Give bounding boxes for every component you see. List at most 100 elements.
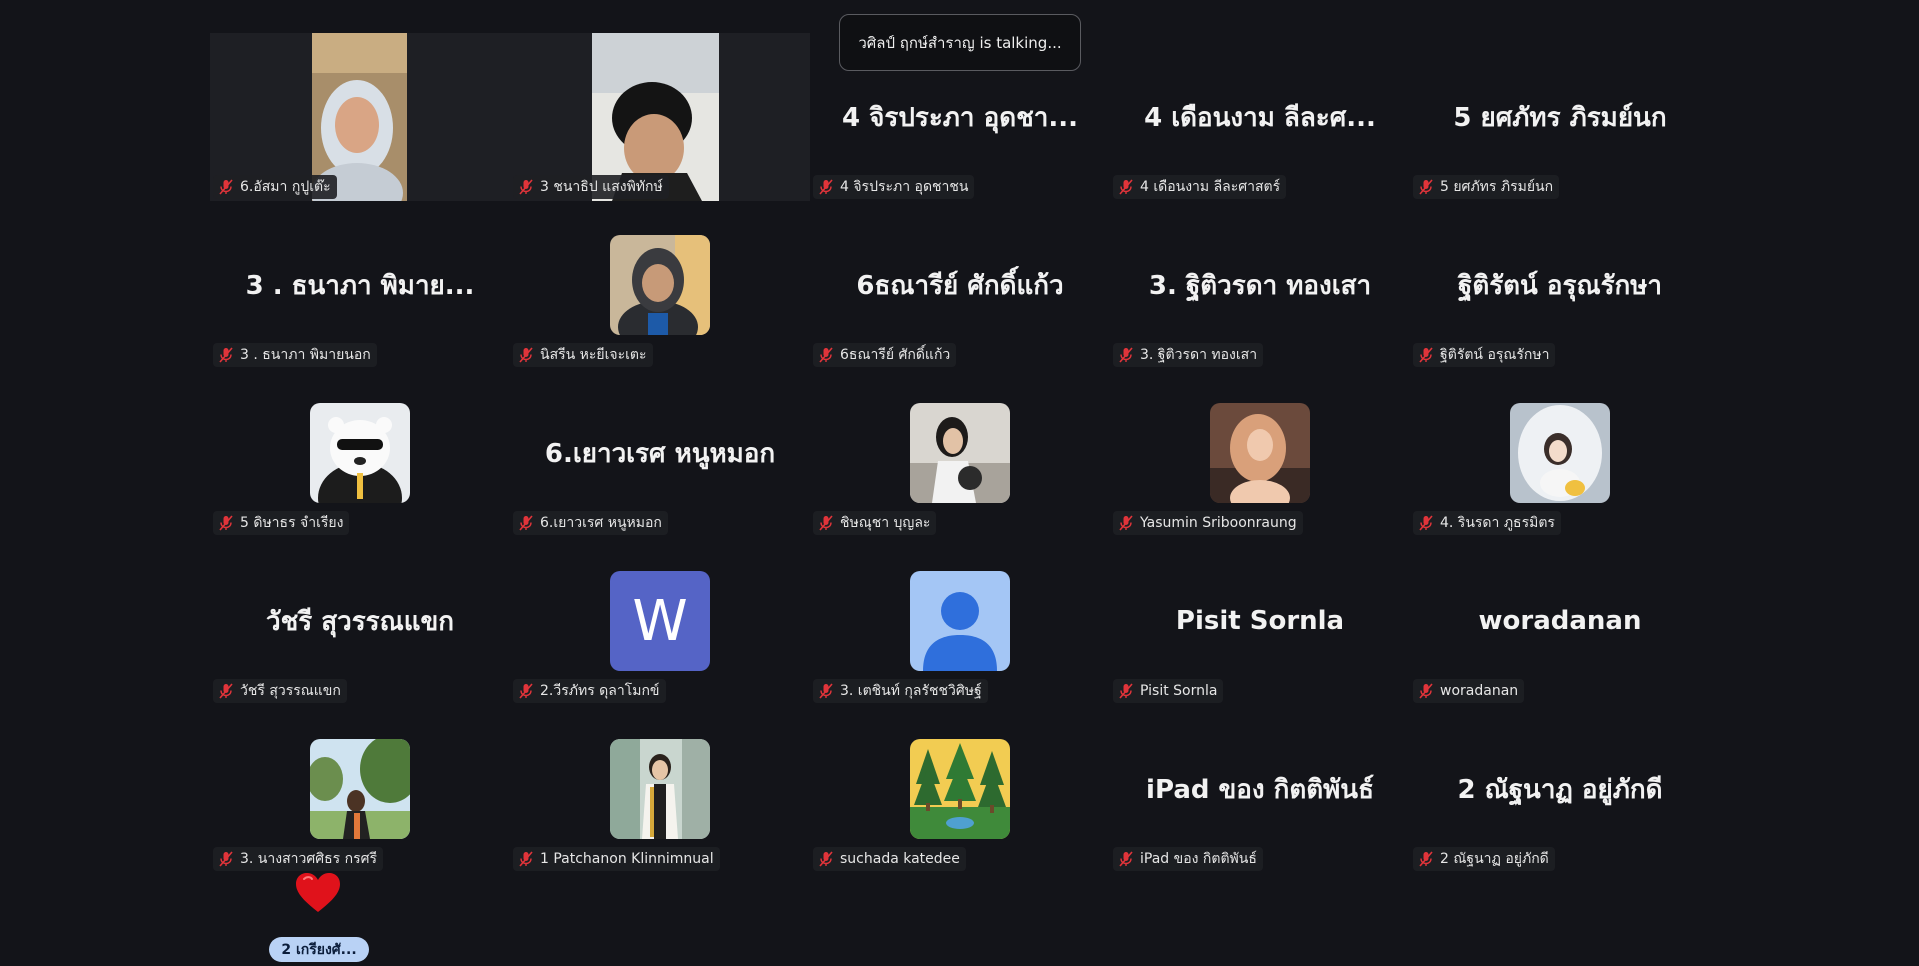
heart-reaction-icon: [296, 873, 340, 912]
participant-name: iPad ของ กิตติพันธ์: [1140, 851, 1257, 867]
participant-tile[interactable]: 6ธณารีย์ ศักดิ์แก้ว 6ธณารีย์ ศักดิ์แก้ว: [810, 201, 1110, 369]
participant-tile[interactable]: iPad ของ กิตติพันธ์ iPad ของ กิตติพันธ์: [1110, 705, 1410, 873]
participant-tile[interactable]: ฐิติรัตน์ อรุณรักษา ฐิติรัตน์ อรุณรักษา: [1410, 201, 1710, 369]
participant-name-label: นิสรีน หะยีเจะเตะ: [513, 343, 653, 367]
reaction-name-text: 2 เกรียงศั...: [281, 941, 357, 958]
participant-name-label: Pisit Sornla: [1113, 679, 1224, 703]
mic-muted-icon: [1417, 346, 1435, 364]
participant-tile[interactable]: 5 ยศภัทร ภิรมย์นก 5 ยศภัทร ภิรมย์นก: [1410, 33, 1710, 201]
mic-muted-icon: [1417, 178, 1435, 196]
participant-name: วัชรี สุวรรณแขก: [240, 683, 341, 699]
mic-muted-icon: [517, 682, 535, 700]
participant-name-label: 6.อัสมา กูปูเต๊ะ: [213, 175, 337, 199]
participant-name-label: 2 ณัฐนาฏ อยู่ภักดี: [1413, 847, 1555, 871]
participant-tile[interactable]: suchada katedee: [810, 705, 1110, 873]
participant-name: 4 เดือนงาม ลีละศาสตร์: [1140, 179, 1281, 195]
participant-name-label: 1 Patchanon Klinnimnual: [513, 847, 720, 871]
participant-tile[interactable]: วัชรี สุวรรณแขก วัชรี สุวรรณแขก: [210, 537, 510, 705]
mic-muted-icon: [1417, 850, 1435, 868]
participant-name-label: 3 ชนาธิป แสงพิทักษ์: [513, 175, 669, 199]
participant-name-label: ชิษณุชา บุญละ: [813, 511, 937, 535]
participant-name: ฐิติรัตน์ อรุณรักษา: [1440, 347, 1550, 363]
participant-gallery: 6.อัสมา กูปูเต๊ะ 3 ชนาธิป แสงพิทักษ์ 4 จิร…: [210, 33, 1710, 873]
mic-muted-icon: [517, 514, 535, 532]
participant-name: Pisit Sornla: [1140, 683, 1218, 699]
participant-name: 4 จิรประภา อุดชาชน: [840, 179, 969, 195]
mic-muted-icon: [517, 850, 535, 868]
participant-tile[interactable]: 4. รินรดา ภูธรมิตร: [1410, 369, 1710, 537]
participant-name-label: 3. ฐิติวรดา ทองเสา: [1113, 343, 1264, 367]
mic-muted-icon: [217, 178, 235, 196]
participant-tile[interactable]: 1 Patchanon Klinnimnual: [510, 705, 810, 873]
participant-name-label: iPad ของ กิตติพันธ์: [1113, 847, 1263, 871]
mic-muted-icon: [1117, 514, 1135, 532]
participant-tile[interactable]: 2 ณัฐนาฏ อยู่ภักดี 2 ณัฐนาฏ อยู่ภักดี: [1410, 705, 1710, 873]
mic-muted-icon: [817, 850, 835, 868]
participant-tile[interactable]: 4 เดือนงาม ลีละศ... 4 เดือนงาม ลีละศาสตร์: [1110, 33, 1410, 201]
participant-name-label: วัชรี สุวรรณแขก: [213, 679, 347, 703]
participant-name: 6.อัสมา กูปูเต๊ะ: [240, 179, 331, 195]
participant-avatar: [610, 739, 710, 839]
participant-name: 6.เยาวเรศ หนูหมอก: [540, 515, 662, 531]
participant-name-label: 5 ยศภัทร ภิรมย์นก: [1413, 175, 1560, 199]
mic-muted-icon: [517, 346, 535, 364]
participant-name-label: Yasumin Sriboonraung: [1113, 511, 1303, 535]
participant-name-label: 2.วีรภัทร ดุลาโมกข์: [513, 679, 666, 703]
participant-name-label: 6.เยาวเรศ หนูหมอก: [513, 511, 668, 535]
participant-name: 1 Patchanon Klinnimnual: [540, 851, 714, 867]
participant-tile[interactable]: Pisit Sornla Pisit Sornla: [1110, 537, 1410, 705]
participant-tile[interactable]: 3 . ธนาภา พิมาย... 3 . ธนาภา พิมายนอก: [210, 201, 510, 369]
participant-tile[interactable]: 4 จิรประภา อุดชา... 4 จิรประภา อุดชาชน: [810, 33, 1110, 201]
participant-tile[interactable]: 3. นางสาวศศิธร กรศรี: [210, 705, 510, 873]
participant-name: 3 . ธนาภา พิมายนอก: [240, 347, 371, 363]
participant-tile[interactable]: 6.อัสมา กูปูเต๊ะ: [210, 33, 510, 201]
participant-tile[interactable]: 3. ฐิติวรดา ทองเสา 3. ฐิติวรดา ทองเสา: [1110, 201, 1410, 369]
reaction-name-pill: 2 เกรียงศั...: [269, 937, 369, 962]
mic-muted-icon: [817, 682, 835, 700]
participant-tile[interactable]: woradanan woradanan: [1410, 537, 1710, 705]
participant-avatar: [910, 403, 1010, 503]
participant-tile[interactable]: ชิษณุชา บุญละ: [810, 369, 1110, 537]
participant-tile[interactable]: Yasumin Sriboonraung: [1110, 369, 1410, 537]
participant-name-label: 3 . ธนาภา พิมายนอก: [213, 343, 377, 367]
participant-name-label: suchada katedee: [813, 847, 966, 871]
participant-tile[interactable]: 6.เยาวเรศ หนูหมอก 6.เยาวเรศ หนูหมอก: [510, 369, 810, 537]
avatar-letter: W: [632, 588, 688, 654]
participant-name: suchada katedee: [840, 851, 960, 867]
participant-name: 3. นางสาวศศิธร กรศรี: [240, 851, 378, 867]
mic-muted-icon: [817, 178, 835, 196]
participant-name-label: ฐิติรัตน์ อรุณรักษา: [1413, 343, 1556, 367]
participant-name-label: woradanan: [1413, 679, 1525, 703]
participant-name: 6ธณารีย์ ศักดิ์แก้ว: [840, 347, 951, 363]
mic-muted-icon: [1417, 514, 1435, 532]
participant-tile[interactable]: 5 ดิษาธร จำเรียง: [210, 369, 510, 537]
participant-name: ชิษณุชา บุญละ: [840, 515, 931, 531]
participant-tile[interactable]: W 2.วีรภัทร ดุลาโมกข์: [510, 537, 810, 705]
participant-name: 3. ฐิติวรดา ทองเสา: [1140, 347, 1258, 363]
participant-tile[interactable]: 3 ชนาธิป แสงพิทักษ์: [510, 33, 810, 201]
mic-muted-icon: [1117, 346, 1135, 364]
participant-name: 3 ชนาธิป แสงพิทักษ์: [540, 179, 663, 195]
participant-name-label: 4 จิรประภา อุดชาชน: [813, 175, 975, 199]
mic-muted-icon: [817, 514, 835, 532]
participant-name-label: 4. รินรดา ภูธรมิตร: [1413, 511, 1561, 535]
participant-tile[interactable]: 3. เตชินท์ กุลรัชชวิศิษฐ์: [810, 537, 1110, 705]
participant-avatar: W: [610, 571, 710, 671]
participant-name: 5 ดิษาธร จำเรียง: [240, 515, 344, 531]
participant-name: Yasumin Sriboonraung: [1140, 515, 1297, 531]
participant-name-label: 3. เตชินท์ กุลรัชชวิศิษฐ์: [813, 679, 988, 703]
mic-muted-icon: [1117, 850, 1135, 868]
participant-name: 3. เตชินท์ กุลรัชชวิศิษฐ์: [840, 683, 982, 699]
participant-avatar: [1210, 403, 1310, 503]
mic-muted-icon: [217, 850, 235, 868]
mic-muted-icon: [217, 346, 235, 364]
participant-name-label: 5 ดิษาธร จำเรียง: [213, 511, 350, 535]
participant-avatar: [610, 235, 710, 335]
mic-muted-icon: [517, 178, 535, 196]
participant-tile[interactable]: นิสรีน หะยีเจะเตะ: [510, 201, 810, 369]
mic-muted-icon: [217, 514, 235, 532]
mic-muted-icon: [1117, 682, 1135, 700]
mic-muted-icon: [1417, 682, 1435, 700]
participant-avatar: [310, 403, 410, 503]
participant-name: นิสรีน หะยีเจะเตะ: [540, 347, 647, 363]
